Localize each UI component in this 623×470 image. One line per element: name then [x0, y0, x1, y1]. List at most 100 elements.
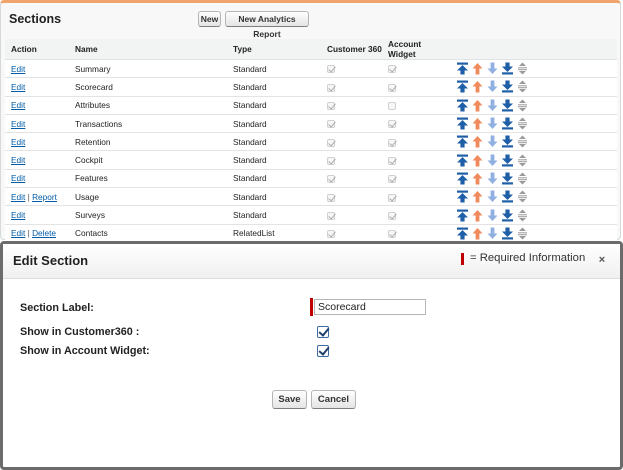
close-icon[interactable]: ×: [595, 253, 609, 267]
move-top-icon[interactable]: [456, 172, 469, 185]
move-down-icon[interactable]: [486, 190, 499, 203]
move-top-icon[interactable]: [456, 190, 469, 203]
move-bottom-icon[interactable]: [501, 172, 514, 185]
move-bottom-icon[interactable]: [501, 209, 514, 222]
edit-link[interactable]: Edit: [11, 137, 25, 147]
customer-360-checkbox-cell: [321, 96, 382, 115]
move-up-icon[interactable]: [471, 190, 484, 203]
drag-handle-icon[interactable]: [516, 190, 529, 203]
move-bottom-icon[interactable]: [501, 62, 514, 75]
move-up-icon[interactable]: [471, 99, 484, 112]
drag-handle-icon[interactable]: [516, 117, 529, 130]
action-cell: Edit: [5, 59, 69, 79]
action-cell: Edit: [5, 77, 69, 97]
move-bottom-icon[interactable]: [501, 117, 514, 130]
drag-handle-icon[interactable]: [516, 154, 529, 167]
move-up-icon[interactable]: [471, 80, 484, 93]
move-up-icon[interactable]: [471, 172, 484, 185]
move-bottom-icon[interactable]: [501, 135, 514, 148]
move-up-icon[interactable]: [471, 227, 484, 240]
drag-handle-icon[interactable]: [516, 80, 529, 93]
move-top-icon[interactable]: [456, 227, 469, 240]
action-cell: Edit: [5, 132, 69, 152]
customer-360-checkbox: [327, 65, 335, 74]
move-bottom-icon[interactable]: [501, 99, 514, 112]
move-down-icon[interactable]: [486, 209, 499, 222]
action-cell: Edit: [5, 96, 69, 115]
drag-handle-icon[interactable]: [516, 135, 529, 148]
move-up-icon[interactable]: [471, 117, 484, 130]
edit-link[interactable]: Edit: [11, 210, 25, 220]
show-in-customer360-checkbox[interactable]: [317, 326, 329, 338]
move-down-icon[interactable]: [486, 154, 499, 167]
drag-handle-icon[interactable]: [516, 172, 529, 185]
move-bottom-icon[interactable]: [501, 154, 514, 167]
section-type: Standard: [227, 59, 321, 79]
reorder-icons: [456, 80, 529, 93]
header-account-widget: Account Widget: [382, 39, 450, 60]
move-top-icon[interactable]: [456, 117, 469, 130]
move-down-icon[interactable]: [486, 135, 499, 148]
move-up-icon[interactable]: [471, 135, 484, 148]
move-top-icon[interactable]: [456, 154, 469, 167]
drag-handle-icon[interactable]: [516, 209, 529, 222]
edit-link[interactable]: Edit: [11, 192, 25, 202]
new-analytics-report-button[interactable]: New Analytics Report: [225, 11, 309, 39]
section-type: Standard: [227, 150, 321, 170]
reorder-icons: [456, 99, 529, 112]
move-down-icon[interactable]: [486, 80, 499, 93]
order-controls: [450, 96, 617, 115]
customer-360-checkbox: [327, 211, 335, 220]
move-down-icon[interactable]: [486, 227, 499, 240]
order-controls: [450, 114, 617, 134]
report-link[interactable]: Report: [32, 192, 57, 202]
move-down-icon[interactable]: [486, 99, 499, 112]
customer-360-checkbox-cell: [321, 205, 382, 225]
drag-handle-icon[interactable]: [516, 227, 529, 240]
edit-link[interactable]: Edit: [11, 82, 25, 92]
customer-360-checkbox: [327, 120, 335, 129]
edit-link[interactable]: Edit: [11, 64, 25, 74]
section-type: Standard: [227, 77, 321, 97]
save-button[interactable]: Save: [272, 390, 307, 409]
sections-panel: Sections New New Analytics Report Action…: [0, 0, 621, 243]
show-in-account-widget-checkbox[interactable]: [317, 345, 329, 357]
section-name: Transactions: [69, 114, 227, 134]
move-up-icon[interactable]: [471, 209, 484, 222]
drag-handle-icon[interactable]: [516, 99, 529, 112]
edit-link[interactable]: Edit: [11, 155, 25, 165]
sections-table: Action Name Type Customer 360 Account Wi…: [5, 39, 617, 243]
order-controls: [450, 59, 617, 79]
move-bottom-icon[interactable]: [501, 227, 514, 240]
drag-handle-icon[interactable]: [516, 62, 529, 75]
reorder-icons: [456, 227, 529, 240]
required-field-marker: [310, 298, 313, 316]
edit-link[interactable]: Edit: [11, 228, 25, 238]
move-top-icon[interactable]: [456, 209, 469, 222]
edit-link[interactable]: Edit: [11, 119, 25, 129]
move-up-icon[interactable]: [471, 154, 484, 167]
section-name: Attributes: [69, 96, 227, 115]
new-button[interactable]: New: [198, 11, 221, 27]
section-type: Standard: [227, 96, 321, 115]
move-top-icon[interactable]: [456, 99, 469, 112]
move-down-icon[interactable]: [486, 172, 499, 185]
move-bottom-icon[interactable]: [501, 80, 514, 93]
action-cell: Edit: [5, 114, 69, 134]
customer-360-checkbox-cell: [321, 224, 382, 243]
move-up-icon[interactable]: [471, 62, 484, 75]
delete-link[interactable]: Delete: [32, 228, 56, 238]
edit-link[interactable]: Edit: [11, 173, 25, 183]
section-label-input[interactable]: [314, 299, 426, 315]
cancel-button[interactable]: Cancel: [311, 390, 356, 409]
account-widget-checkbox: [388, 211, 396, 220]
edit-link[interactable]: Edit: [11, 100, 25, 110]
move-top-icon[interactable]: [456, 62, 469, 75]
move-bottom-icon[interactable]: [501, 190, 514, 203]
move-top-icon[interactable]: [456, 80, 469, 93]
account-widget-checkbox-cell: [382, 77, 450, 97]
move-top-icon[interactable]: [456, 135, 469, 148]
account-widget-checkbox-cell: [382, 169, 450, 189]
move-down-icon[interactable]: [486, 117, 499, 130]
move-down-icon[interactable]: [486, 62, 499, 75]
